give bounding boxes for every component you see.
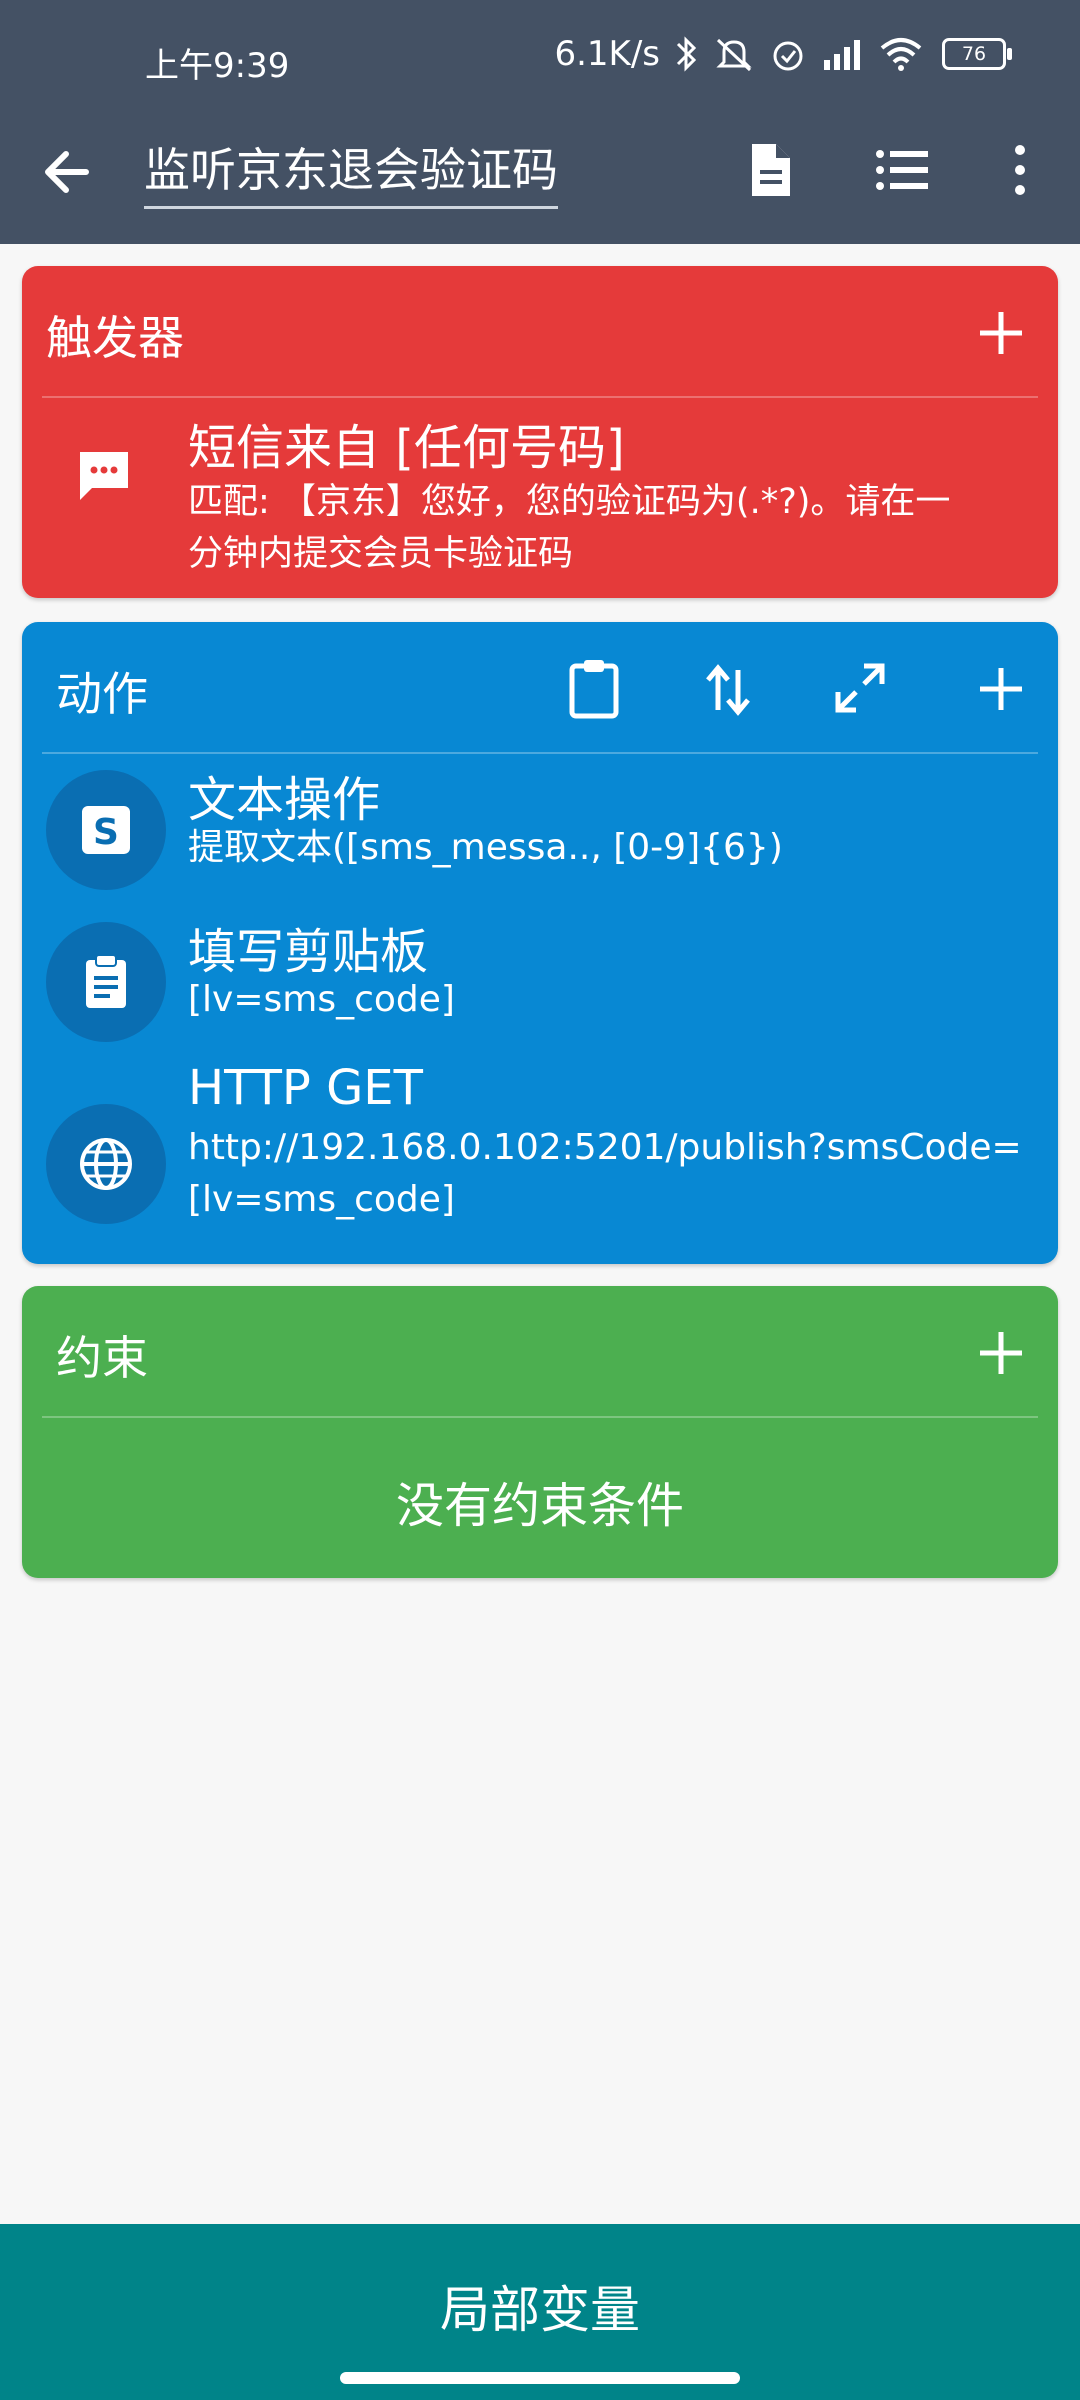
- text-manipulation-icon: S: [82, 806, 130, 854]
- clipboard-icon[interactable]: [564, 656, 624, 720]
- add-constraint-icon[interactable]: [972, 1324, 1030, 1382]
- wifi-icon: [880, 38, 922, 71]
- app-bar: 上午9:39 6.1K/s 76 监听京东退会验证码: [0, 0, 1080, 244]
- action-item-title: HTTP GET: [188, 1060, 423, 1116]
- expand-icon[interactable]: [830, 658, 890, 718]
- trigger-card: 触发器 短信来自 [任何号码] 匹配: 【京东】您好，您的验证码为(.*?)。请…: [22, 266, 1058, 598]
- net-speed: 6.1K/s: [554, 34, 660, 74]
- action-item-fill-clipboard[interactable]: 填写剪贴板 [lv=sms_code]: [22, 912, 1058, 1058]
- reorder-icon[interactable]: [698, 660, 758, 720]
- divider: [42, 752, 1038, 754]
- action-item-detail: 提取文本([sms_messa.., [0-9]{6}): [188, 827, 783, 868]
- more-vert-icon[interactable]: [988, 138, 1052, 202]
- svg-text:S: S: [93, 812, 119, 853]
- action-card-title: 动作: [56, 667, 148, 721]
- no-constraints-text: 没有约束条件: [395, 1478, 684, 1534]
- document-icon[interactable]: [738, 138, 802, 202]
- action-item-detail-1: http://192.168.0.102:5201/publish?smsCod…: [188, 1127, 1022, 1168]
- alarm-icon: [773, 41, 803, 71]
- mute-icon: [716, 38, 752, 72]
- status-time: 上午9:39: [145, 46, 290, 86]
- action-item-title: 文本操作: [188, 772, 381, 828]
- status-right: 6.1K/s 76: [554, 34, 1012, 74]
- action-icon-circle: S: [46, 770, 166, 890]
- trigger-item[interactable]: 短信来自 [任何号码] 匹配: 【京东】您好，您的验证码为(.*?)。请在一 分…: [22, 400, 1058, 596]
- constraint-card-title: 约束: [56, 1331, 148, 1385]
- constraint-card: 约束 没有约束条件: [22, 1286, 1058, 1578]
- home-indicator[interactable]: [340, 2372, 740, 2384]
- action-item-text-manipulation[interactable]: S 文本操作 提取文本([sms_messa.., [0-9]{6}): [22, 760, 1058, 906]
- status-bar: 上午9:39 6.1K/s 76: [0, 0, 1080, 120]
- clipboard-text-icon: [86, 954, 126, 1008]
- action-item-http-get[interactable]: HTTP GET http://192.168.0.102:5201/publi…: [22, 1060, 1058, 1256]
- trigger-card-title: 触发器: [46, 311, 184, 365]
- action-card: 动作 S 文本操作 提取文本([sms_messa.., [0-9]{6}) 填…: [22, 622, 1058, 1264]
- back-arrow-icon[interactable]: [36, 140, 100, 204]
- sms-icon: [80, 452, 128, 500]
- action-item-detail: [lv=sms_code]: [188, 979, 455, 1020]
- trigger-item-detail-2: 分钟内提交会员卡验证码: [188, 534, 574, 574]
- action-icon-circle: [46, 1104, 166, 1224]
- trigger-item-detail-1: 匹配: 【京东】您好，您的验证码为(.*?)。请在一: [188, 482, 951, 522]
- macro-name-field[interactable]: 监听京东退会验证码: [144, 134, 558, 209]
- battery-icon: 76: [942, 38, 1012, 70]
- list-icon[interactable]: [870, 138, 934, 202]
- signal-icon: [824, 40, 860, 70]
- bluetooth-icon: [676, 36, 697, 72]
- action-item-detail-2: [lv=sms_code]: [188, 1179, 455, 1220]
- action-icon-circle: [46, 922, 166, 1042]
- local-variables-button[interactable]: 局部变量: [0, 2224, 1080, 2400]
- trigger-item-title: 短信来自 [任何号码]: [188, 420, 625, 476]
- add-action-icon[interactable]: [972, 660, 1030, 718]
- action-item-title: 填写剪贴板: [188, 924, 429, 980]
- globe-icon: [80, 1138, 132, 1190]
- divider: [42, 396, 1038, 398]
- add-trigger-icon[interactable]: [972, 304, 1030, 362]
- local-variables-label: 局部变量: [440, 2281, 640, 2339]
- divider: [42, 1416, 1038, 1418]
- toolbar: 监听京东退会验证码: [0, 120, 1080, 244]
